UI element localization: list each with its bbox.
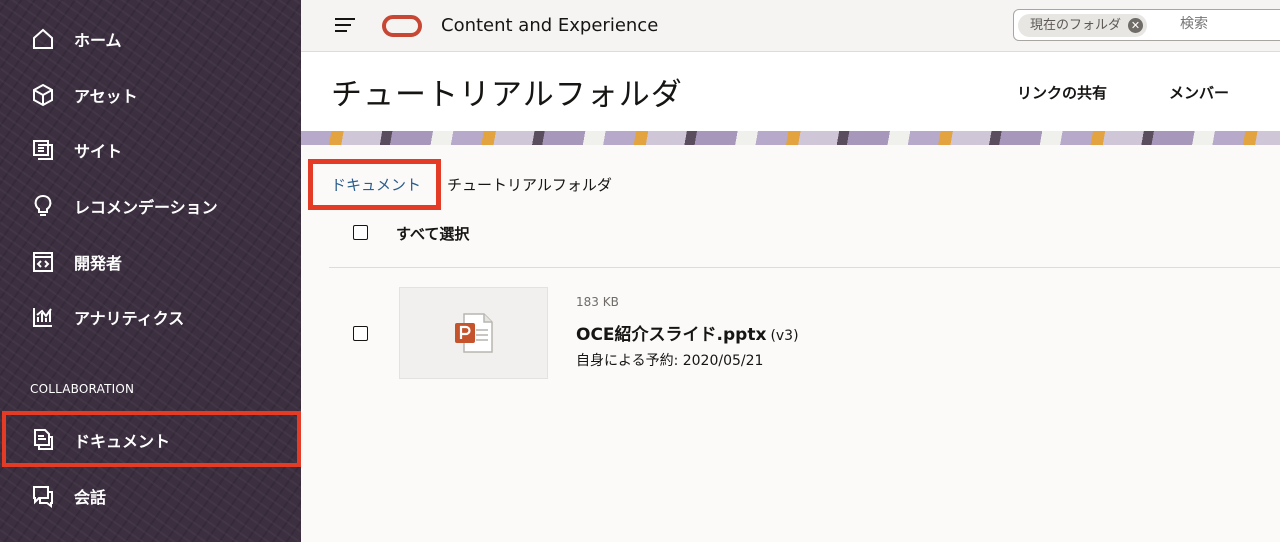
sidebar-item-conversations[interactable]: 会話: [0, 474, 301, 518]
section-label-collaboration: COLLABORATION: [30, 382, 135, 396]
file-size: 183 KB: [576, 295, 619, 309]
search-input[interactable]: [1180, 16, 1280, 32]
powerpoint-file-icon: [455, 313, 493, 353]
sidebar-item-assets[interactable]: アセット: [0, 73, 301, 117]
search-scope-chip[interactable]: 現在のフォルダ ✕: [1018, 14, 1148, 37]
file-reservation-status: 自身による予約: 2020/05/21: [576, 353, 764, 369]
folder-banner-image: [301, 131, 1280, 145]
sidebar-item-sites[interactable]: サイト: [0, 128, 301, 172]
sidebar-item-analytics[interactable]: アナリティクス: [0, 295, 301, 339]
list-divider: [329, 267, 1280, 268]
clear-scope-icon[interactable]: ✕: [1128, 18, 1144, 33]
cube-icon: [30, 82, 56, 108]
sidebar-item-home[interactable]: ホーム: [0, 17, 301, 61]
sidebar-item-label: 会話: [74, 488, 107, 507]
file-name-link[interactable]: OCE紹介スライド.pptx (v3): [576, 320, 799, 345]
members-button[interactable]: メンバー: [1169, 82, 1229, 103]
main-content: ドキュメント チュートリアルフォルダ すべて選択 183 KB OCE紹介スライ…: [301, 145, 1280, 542]
documents-highlight-box: [2, 411, 301, 467]
sidebar-item-label: サイト: [74, 142, 123, 161]
sidebar-item-label: ホーム: [74, 31, 122, 50]
hamburger-menu-icon[interactable]: [335, 17, 355, 33]
analytics-icon: [30, 304, 56, 330]
file-thumbnail[interactable]: [399, 287, 548, 379]
file-name[interactable]: OCE紹介スライド.pptx: [576, 325, 766, 345]
sidebar-item-label: アナリティクス: [74, 309, 185, 328]
sidebar-item-label: 開発者: [74, 254, 123, 273]
app-title: Content and Experience: [441, 15, 659, 36]
site-icon: [30, 137, 56, 163]
page-title: チュートリアルフォルダ: [331, 77, 683, 113]
search-scope-label: 現在のフォルダ: [1030, 18, 1122, 33]
code-icon: [30, 249, 56, 275]
file-version: (v3): [770, 328, 799, 344]
file-checkbox[interactable]: [353, 326, 368, 341]
oracle-logo: [382, 15, 422, 37]
sidebar-item-label: アセット: [74, 87, 138, 106]
sidebar-item-developer[interactable]: 開発者: [0, 240, 301, 284]
lightbulb-icon: [30, 193, 56, 219]
breadcrumb-current: チュートリアルフォルダ: [447, 176, 612, 194]
app-header: Content and Experience 現在のフォルダ ✕: [301, 0, 1280, 52]
breadcrumb-documents-link[interactable]: ドキュメント: [331, 174, 421, 195]
search-box[interactable]: 現在のフォルダ ✕: [1013, 9, 1280, 41]
conversation-icon: [30, 483, 56, 509]
sidebar-item-recommendations[interactable]: レコメンデーション: [0, 184, 301, 228]
folder-header: チュートリアルフォルダ リンクの共有 メンバー: [301, 53, 1280, 131]
sidebar-item-label: レコメンデーション: [74, 198, 218, 217]
select-all-label: すべて選択: [396, 225, 470, 243]
home-icon: [30, 26, 56, 52]
select-all-checkbox[interactable]: [353, 225, 368, 240]
share-link-button[interactable]: リンクの共有: [1017, 82, 1107, 103]
